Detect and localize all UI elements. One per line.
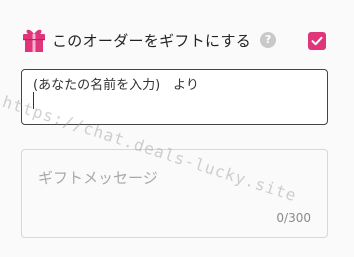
- text-cursor: [33, 92, 34, 109]
- gift-option-row: このオーダーをギフトにする ?: [22, 26, 332, 54]
- gift-form: このオーダーをギフトにする ? (あなたの名前を入力) より ギフトメッセージ …: [0, 0, 354, 257]
- gift-message-placeholder: ギフトメッセージ: [38, 169, 158, 187]
- gift-checkbox[interactable]: [308, 32, 326, 50]
- gift-icon: [22, 27, 46, 53]
- character-counter: 0/300: [276, 211, 311, 225]
- help-icon[interactable]: ?: [260, 32, 277, 48]
- sender-name-value: (あなたの名前を入力) より: [33, 78, 199, 93]
- gift-message-field[interactable]: ギフトメッセージ 0/300: [21, 149, 328, 238]
- gift-option-label: このオーダーをギフトにする: [52, 31, 252, 50]
- sender-name-field[interactable]: (あなたの名前を入力) より: [21, 69, 328, 125]
- checkmark-icon: [311, 36, 323, 46]
